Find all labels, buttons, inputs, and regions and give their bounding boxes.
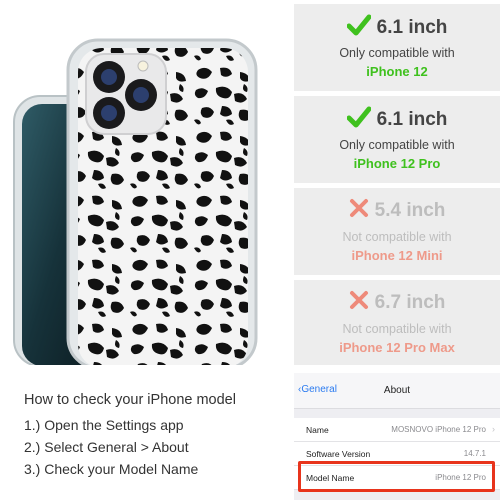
- compat-note: Only compatible with: [339, 138, 455, 152]
- compat-model: iPhone 12: [366, 64, 428, 79]
- compat-model: iPhone 12 Mini: [351, 248, 443, 263]
- compat-model: iPhone 12 Pro: [353, 156, 441, 171]
- compat-panel-iphone-12: 6.1 inch Only compatible with iPhone 12: [294, 4, 500, 91]
- check-icon: [346, 14, 372, 41]
- compatibility-list: 6.1 inch Only compatible with iPhone 12 …: [290, 0, 500, 367]
- cross-icon: [349, 198, 369, 223]
- screen-size: 6.1 inch: [376, 108, 448, 130]
- row-label: Name: [306, 425, 329, 435]
- phone-case-image: [0, 0, 290, 365]
- nav-title: About: [383, 385, 411, 396]
- screen-size: 5.4 inch: [374, 199, 446, 221]
- compat-panel-iphone-12-pro-max: 6.7 inch Not compatible with iPhone 12 P…: [294, 280, 500, 367]
- row-value: MOSNOVO iPhone 12 Pro: [391, 425, 486, 434]
- check-icon: [346, 106, 372, 133]
- screen-size: 6.1 inch: [376, 16, 448, 38]
- howto-title: How to check your iPhone model: [24, 392, 236, 408]
- howto-step-1: 1.) Open the Settings app: [24, 417, 184, 433]
- compat-note: Not compatible with: [342, 230, 452, 244]
- compat-panel-iphone-12-pro: 6.1 inch Only compatible with iPhone 12 …: [294, 96, 500, 183]
- settings-row-name[interactable]: Name MOSNOVO iPhone 12 Pro ›: [294, 418, 500, 442]
- compat-model: iPhone 12 Pro Max: [339, 340, 455, 355]
- compat-note: Not compatible with: [342, 322, 452, 336]
- compat-panel-iphone-12-mini: 5.4 inch Not compatible with iPhone 12 M…: [294, 188, 500, 275]
- row-label: Software Version: [306, 449, 371, 459]
- camera-flash: [137, 60, 149, 72]
- cross-icon: [349, 290, 369, 315]
- howto-step-2: 2.) Select General > About: [24, 439, 189, 455]
- howto-step-3: 3.) Check your Model Name: [24, 461, 199, 477]
- compat-note: Only compatible with: [339, 46, 455, 60]
- settings-nav-bar: ‹General About: [294, 373, 500, 409]
- chevron-right-icon: ›: [492, 424, 495, 434]
- screen-size: 6.7 inch: [374, 291, 446, 313]
- row-value: 14.7.1: [463, 449, 486, 458]
- model-name-highlight: [298, 461, 495, 492]
